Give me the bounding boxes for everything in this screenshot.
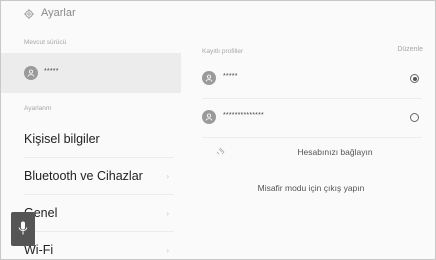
current-driver-label: Mevcut sürücü xyxy=(24,39,67,46)
user-icon xyxy=(205,113,213,121)
right-panel: Kayıtlı profiller Düzenle ***** ********… xyxy=(187,29,435,259)
profile-row[interactable]: ************** xyxy=(187,102,435,132)
page-title: Ayarlar xyxy=(41,7,76,19)
profile-row[interactable]: ***** xyxy=(187,63,435,93)
menu-item-label: Kişisel bilgiler xyxy=(24,132,100,146)
menu-item-label: Bluetooth ve Cihazlar xyxy=(24,169,143,183)
divider xyxy=(24,157,174,158)
divider xyxy=(202,98,422,99)
chevron-right-icon: › xyxy=(166,172,169,181)
saved-profiles-label: Kayıtlı profiller xyxy=(202,48,244,55)
gear-icon xyxy=(24,9,34,19)
menu-item-bluetooth[interactable]: Bluetooth ve Cihazlar › xyxy=(1,160,181,194)
menu-item-personal-info[interactable]: Kişisel bilgiler xyxy=(1,123,181,157)
link-account-button[interactable]: Hesabınızı bağlayın xyxy=(211,147,435,157)
divider xyxy=(24,231,174,232)
divider xyxy=(24,194,174,195)
profile-name: ***** xyxy=(223,73,238,80)
voice-assistant-button[interactable] xyxy=(11,212,35,246)
profile-radio-selected[interactable] xyxy=(410,74,419,83)
settings-section-label: Ayarlanm xyxy=(24,105,52,112)
chevron-right-icon: › xyxy=(166,209,169,218)
exit-guest-mode-button[interactable]: Misafir modu için çıkış yapın xyxy=(187,183,435,193)
settings-screen: Ayarlar Mevcut sürücü ***** Ayarlanm Kiş… xyxy=(0,0,436,260)
user-icon xyxy=(27,69,35,77)
profile-radio[interactable] xyxy=(410,113,419,122)
avatar xyxy=(202,110,216,124)
avatar xyxy=(24,66,38,80)
profile-name: ************** xyxy=(223,112,264,119)
divider xyxy=(202,137,422,138)
header: Ayarlar xyxy=(1,1,435,29)
avatar xyxy=(202,71,216,85)
current-driver-name: ***** xyxy=(44,68,59,75)
chevron-right-icon: › xyxy=(166,246,169,255)
current-driver-row[interactable]: ***** xyxy=(1,53,181,93)
edit-button[interactable]: Düzenle xyxy=(397,46,423,53)
user-icon xyxy=(205,74,213,82)
microphone-icon xyxy=(18,221,28,235)
